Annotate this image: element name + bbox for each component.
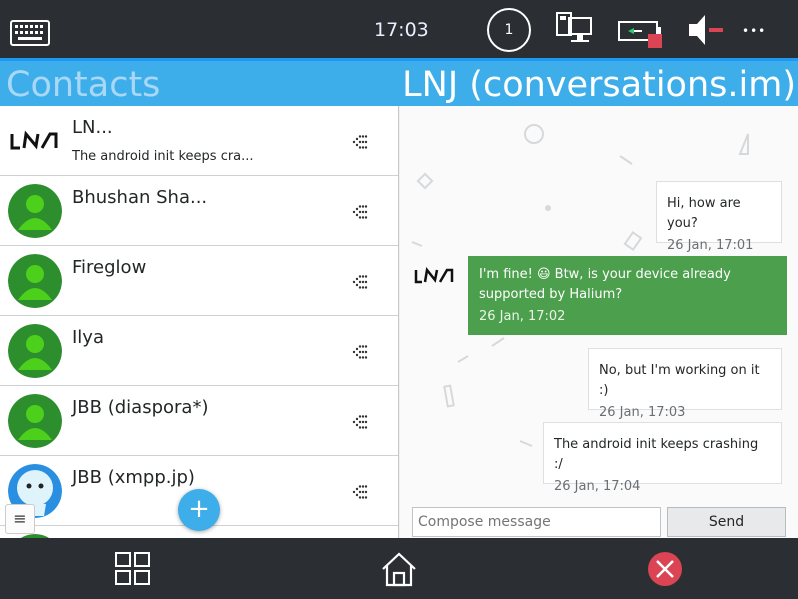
message-text: No, but I'm working on it :) <box>599 363 760 398</box>
message-bubble-outgoing: No, but I'm working on it :) 26 Jan, 17:… <box>588 348 782 420</box>
message-time: 26 Jan, 17:02 <box>479 309 566 324</box>
message-bubble-outgoing: Hi, how are you? 26 Jan, 17:01 <box>656 181 782 253</box>
compose-message-input[interactable] <box>412 507 661 537</box>
battery-icon[interactable] <box>618 20 666 54</box>
message-time: 26 Jan, 17:03 <box>599 405 686 420</box>
contact-item[interactable]: Bhushan Sha... <box>0 176 398 246</box>
contact-name: Fireglow <box>72 257 147 278</box>
contact-name: Ilya <box>72 327 104 348</box>
send-button[interactable]: Send <box>667 507 786 537</box>
conversation-title: LNJ (conversations.im) <box>402 65 796 105</box>
conversation-pane: Hi, how are you? 26 Jan, 17:01 I'm fine!… <box>400 106 798 538</box>
dialpad-icon[interactable] <box>350 134 370 153</box>
notification-count-badge[interactable]: 1 <box>487 8 531 52</box>
message-time: 26 Jan, 17:01 <box>667 238 754 253</box>
dialpad-icon[interactable] <box>350 484 370 503</box>
contact-name: JBB (xmpp.jp) <box>72 467 195 488</box>
message-text: Hi, how are you? <box>667 196 741 231</box>
message-bubble-outgoing: The android init keeps crashing :/ 26 Ja… <box>543 422 782 494</box>
keyboard-icon[interactable] <box>10 20 50 50</box>
contact-item[interactable]: JBB (diaspora*) <box>0 386 398 456</box>
menu-button[interactable]: ≡ <box>5 504 35 534</box>
dialpad-icon[interactable] <box>350 204 370 223</box>
contact-name: JBB (diaspora*) <box>72 397 209 418</box>
volume-muted-icon[interactable] <box>687 13 725 51</box>
avatar <box>8 114 62 168</box>
clock: 17:03 <box>374 19 429 41</box>
home-icon[interactable] <box>380 551 418 591</box>
dialpad-icon[interactable] <box>350 344 370 363</box>
message-text: The android init keeps crashing :/ <box>554 437 759 472</box>
header-bar: Contacts LNJ (conversations.im) <box>0 58 798 106</box>
contact-name: Bhushan Sha... <box>72 187 208 208</box>
avatar <box>8 324 62 378</box>
avatar <box>8 184 62 238</box>
app-grid-icon[interactable] <box>114 551 152 591</box>
network-icon[interactable] <box>555 12 593 52</box>
status-bar: 17:03 1 ••• <box>0 0 798 58</box>
contact-item[interactable]: LN... The android init keeps cra... <box>0 106 398 176</box>
more-icon[interactable]: ••• <box>742 24 766 38</box>
message-text: I'm fine! 😃 Btw, is your device already … <box>479 267 731 302</box>
add-contact-button[interactable]: + <box>178 489 220 531</box>
message-time: 26 Jan, 17:04 <box>554 479 641 494</box>
navigation-bar <box>0 538 798 599</box>
contact-name: LN... <box>72 117 113 138</box>
message-bubble-incoming: I'm fine! 😃 Btw, is your device already … <box>468 256 787 335</box>
avatar <box>8 394 62 448</box>
close-app-icon[interactable] <box>646 551 684 591</box>
contact-last-message: The android init keeps cra... <box>72 149 254 164</box>
contact-avatar <box>412 256 458 300</box>
avatar <box>8 254 62 308</box>
dialpad-icon[interactable] <box>350 274 370 293</box>
contact-item[interactable]: Ilya <box>0 316 398 386</box>
contact-list[interactable]: LN... The android init keeps cra... Bhus… <box>0 106 399 538</box>
contacts-title: Contacts <box>6 65 161 105</box>
dialpad-icon[interactable] <box>350 414 370 433</box>
contact-item[interactable]: Fireglow <box>0 246 398 316</box>
